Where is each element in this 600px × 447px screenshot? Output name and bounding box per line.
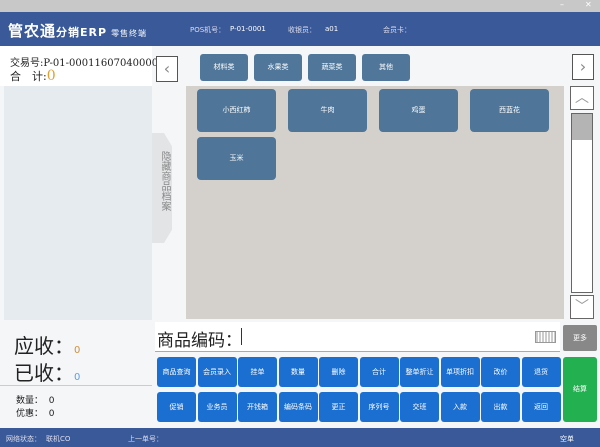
network-value: 联机CO (46, 435, 71, 443)
divider (0, 385, 152, 386)
scroll-down-button[interactable]: ﹀ (570, 295, 594, 319)
last-order-label: 上一单号： (128, 435, 163, 443)
function-key[interactable]: 合计 (359, 357, 399, 387)
logo-sub: 分销ERP (56, 26, 108, 39)
status-bar: 网络状态： 联机CO 上一单号： 空单 (0, 428, 600, 447)
function-key[interactable]: 开钱箱 (238, 392, 277, 422)
function-key[interactable]: 序列号 (359, 392, 399, 422)
function-key[interactable]: 返回 (521, 392, 561, 422)
close-button[interactable]: ✕ (585, 0, 592, 9)
product-code-input[interactable]: 商品编码： (155, 322, 560, 352)
order-state: 空单 (560, 435, 574, 443)
keyboard-icon[interactable] (535, 331, 556, 343)
scroll-track[interactable] (571, 113, 593, 293)
function-key[interactable]: 出款 (481, 392, 520, 422)
total-label: 合 计: (10, 70, 47, 83)
discount-label: 优惠： (16, 409, 44, 419)
hide-product-panel-tab[interactable]: 隐藏商品档案 (152, 133, 172, 243)
function-key[interactable]: 删除 (319, 357, 358, 387)
header: 管农通分销ERP 零售终端 POS机号： P-01-0001 收银员： a01 会… (0, 12, 600, 46)
product-scrollbar[interactable]: ︿ ﹀ (570, 86, 596, 319)
category-tab[interactable]: 其他 (362, 54, 410, 81)
qty-value: 0 (48, 396, 55, 406)
sale-item-list[interactable] (4, 86, 152, 320)
txn-value: P-01-0001160704000000 (43, 58, 171, 69)
qty-label: 数量： (16, 396, 44, 406)
logo-text: 管农通 (8, 22, 57, 40)
function-key[interactable]: 更正 (319, 392, 358, 422)
function-key[interactable]: 单项折扣 (440, 357, 480, 387)
product-tile[interactable]: 小西红柿 (197, 89, 276, 132)
minimize-button[interactable]: – (560, 0, 564, 9)
category-next-button[interactable]: › (572, 54, 594, 80)
title-bar: – ✕ (0, 0, 600, 12)
function-key[interactable]: 改价 (481, 357, 520, 387)
category-tab[interactable]: 材料类 (200, 54, 248, 81)
product-tile[interactable]: 西蓝花 (470, 89, 549, 132)
function-key[interactable]: 会员录入 (197, 357, 237, 387)
pos-value: P-01-0001 (230, 25, 266, 33)
logo-tag: 零售终端 (111, 29, 148, 38)
category-tab[interactable]: 蔬菜类 (308, 54, 356, 81)
pos-label: POS机号： (190, 26, 226, 34)
function-key[interactable]: 挂单 (238, 357, 277, 387)
due-value: 0 (74, 345, 81, 356)
function-key[interactable]: 业务员 (197, 392, 237, 422)
text-cursor (241, 328, 242, 345)
product-tile[interactable]: 鸡蛋 (379, 89, 458, 132)
logo: 管农通分销ERP 零售终端 (8, 20, 147, 41)
function-key[interactable]: 入款 (440, 392, 480, 422)
cashier-label: 收银员： (288, 26, 316, 34)
product-tile[interactable]: 牛肉 (288, 89, 367, 132)
function-key[interactable]: 促销 (157, 392, 196, 422)
product-grid: 小西红柿 牛肉 鸡蛋 西蓝花 玉米 (186, 86, 564, 319)
paid-value: 0 (74, 372, 81, 383)
scroll-thumb[interactable] (572, 114, 592, 140)
category-prev-button[interactable]: ‹ (156, 56, 178, 82)
transaction-info: 交易号:P-01-0001160704000000 合 计:0 (0, 46, 171, 86)
settle-button[interactable]: 结算 (563, 357, 597, 422)
function-key[interactable]: 交班 (400, 392, 439, 422)
product-tile[interactable]: 玉米 (197, 137, 276, 180)
product-code-label: 商品编码： (157, 331, 242, 351)
function-key[interactable]: 整单折让 (400, 357, 439, 387)
paid-label: 已收： (14, 361, 74, 385)
total-value: 0 (46, 68, 56, 84)
cashier-value: a01 (325, 25, 339, 33)
function-key[interactable]: 商品查询 (157, 357, 196, 387)
category-tab[interactable]: 水果类 (254, 54, 302, 81)
discount-value: 0 (48, 409, 55, 419)
member-label: 会员卡： (383, 26, 411, 34)
function-key[interactable]: 编码条码 (278, 392, 318, 422)
due-label: 应收： (14, 334, 74, 358)
more-button[interactable]: 更多 (563, 325, 597, 351)
scroll-up-button[interactable]: ︿ (570, 86, 594, 110)
function-key[interactable]: 数量 (278, 357, 318, 387)
function-key[interactable]: 退货 (521, 357, 561, 387)
network-label: 网络状态： (6, 435, 41, 443)
